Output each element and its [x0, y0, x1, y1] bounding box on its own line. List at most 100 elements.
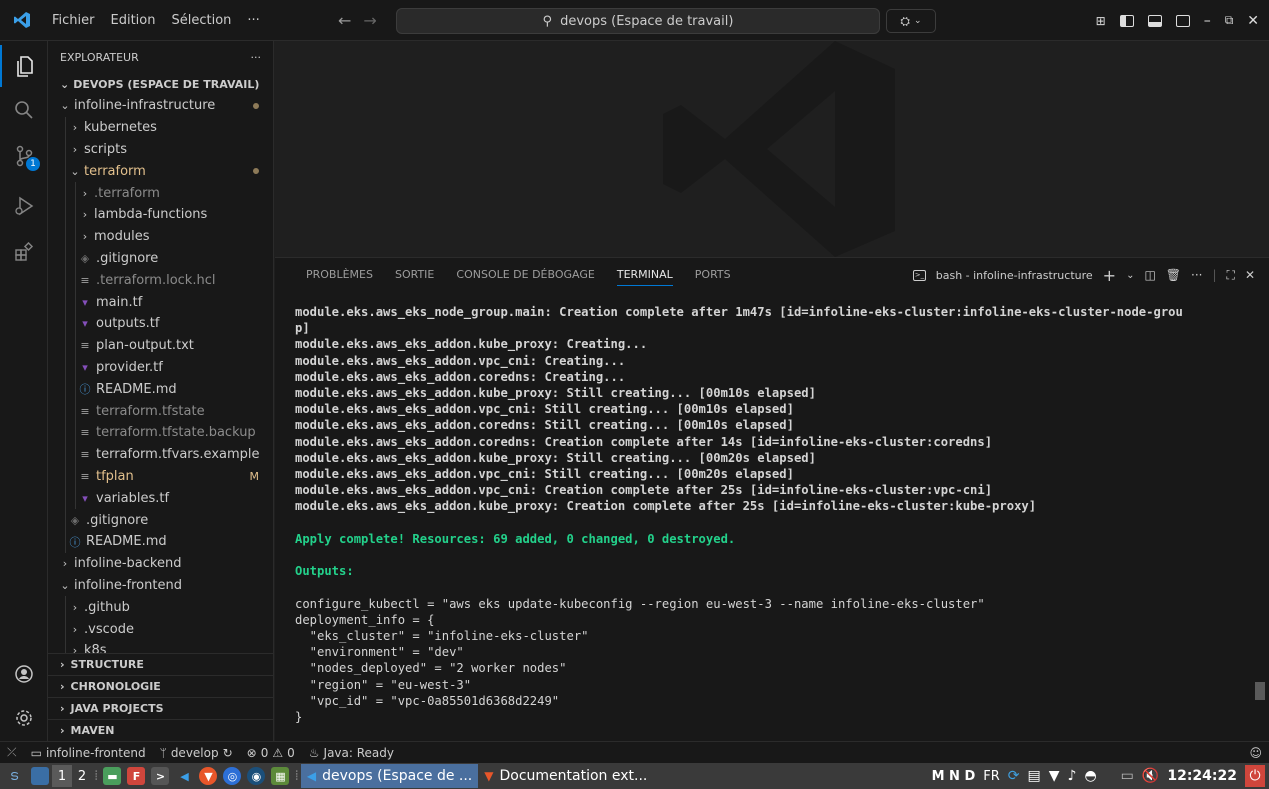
task-window-vscode[interactable]: ◀ devops (Espace de ...: [300, 764, 479, 788]
menu-item[interactable]: Edition: [103, 0, 164, 41]
toggle-panel-icon[interactable]: [1147, 14, 1162, 27]
network-icon[interactable]: ▼: [1049, 768, 1060, 784]
java-status[interactable]: ♨ Java: Ready: [302, 746, 401, 760]
editor-app-icon[interactable]: F: [127, 767, 146, 785]
forward-arrow-icon[interactable]: →: [363, 11, 376, 30]
account-icon[interactable]: [0, 653, 48, 695]
toggle-sidebar-icon[interactable]: [1119, 14, 1134, 27]
tree-item[interactable]: ≡ .terraform.lock.hcl: [48, 269, 273, 292]
panel-tab[interactable]: PROBLÈMES: [295, 258, 384, 292]
minecraft-app-icon[interactable]: ▦: [271, 767, 290, 785]
close-icon[interactable]: ✕: [1247, 13, 1259, 29]
tree-item[interactable]: › lambda-functions: [48, 203, 273, 226]
branch-status[interactable]: ᛘ develop ↻: [153, 746, 240, 760]
brave-app-icon[interactable]: ▼: [199, 767, 218, 785]
split-terminal-icon[interactable]: ◫: [1144, 268, 1155, 282]
tree-item[interactable]: ◈ .gitignore: [48, 509, 273, 531]
minimize-icon[interactable]: –: [1204, 13, 1211, 29]
file-manager-icon[interactable]: ▬: [103, 767, 122, 785]
tree-item[interactable]: › .terraform: [48, 182, 273, 204]
restore-icon[interactable]: ⧉: [1225, 13, 1234, 28]
browser-app-icon[interactable]: ◎: [223, 767, 242, 785]
workspace-button[interactable]: 2: [72, 765, 92, 787]
back-arrow-icon[interactable]: ←: [338, 11, 351, 30]
panel-tab[interactable]: TERMINAL: [606, 258, 684, 292]
divider: ⁞: [294, 768, 299, 784]
remote-icon[interactable]: ⤫: [0, 745, 24, 760]
discord-icon[interactable]: ◓: [1084, 768, 1096, 784]
section-header[interactable]: › JAVA PROJECTS: [48, 697, 273, 719]
maximize-panel-icon[interactable]: ⛶: [1227, 268, 1235, 283]
menu-item[interactable]: ···: [239, 0, 267, 41]
copilot-button[interactable]: ⛭ ⌄: [886, 9, 936, 33]
update-icon[interactable]: ⟳: [1008, 768, 1020, 784]
tree-item[interactable]: › kubernetes: [48, 116, 273, 139]
panel-tab[interactable]: CONSOLE DE DÉBOGAGE: [445, 258, 605, 292]
workspace-button[interactable]: 1: [52, 765, 72, 787]
tree-item[interactable]: ≡ tfplan M: [48, 465, 273, 488]
new-terminal-icon[interactable]: +: [1103, 266, 1116, 285]
menu-item[interactable]: Sélection: [163, 0, 239, 41]
command-center-search[interactable]: ⚲ devops (Espace de travail): [396, 8, 880, 34]
task-window-browser[interactable]: ▼ Documentation ext...: [478, 764, 653, 788]
more-actions-icon[interactable]: ···: [251, 51, 262, 64]
more-actions-icon[interactable]: ···: [1191, 268, 1202, 282]
tree-item[interactable]: ◈ .gitignore: [48, 247, 273, 270]
tree-item[interactable]: ⌄ infoline-frontend: [48, 575, 273, 597]
app-menu-icon[interactable]: ട: [0, 768, 28, 784]
settings-gear-icon[interactable]: [0, 697, 48, 739]
section-header[interactable]: › MAVEN: [48, 719, 273, 741]
vscode-app-icon[interactable]: ◀: [175, 767, 193, 785]
toggle-secondary-sidebar-icon[interactable]: [1175, 14, 1190, 27]
trash-icon[interactable]: 🗑: [1166, 268, 1181, 282]
tree-item[interactable]: ⌄ terraform: [48, 160, 273, 183]
tree-item[interactable]: ⓘ README.md: [48, 378, 273, 401]
customize-layout-icon[interactable]: ⊞: [1096, 14, 1106, 28]
panel-tab[interactable]: PORTS: [684, 258, 742, 292]
menu-item[interactable]: Fichier: [44, 0, 103, 41]
section-header[interactable]: › STRUCTURE: [48, 653, 273, 675]
panel-tab[interactable]: SORTIE: [384, 258, 445, 292]
clipboard-icon[interactable]: ▤: [1028, 768, 1041, 784]
search-icon[interactable]: [0, 89, 48, 131]
problems-status[interactable]: ⊗ 0 ⚠ 0: [240, 746, 302, 760]
run-debug-icon[interactable]: [0, 185, 48, 227]
section-header[interactable]: › CHRONOLOGIE: [48, 675, 273, 697]
tree-item[interactable]: ▾ variables.tf: [48, 487, 273, 510]
copilot-status-icon[interactable]: ☺: [1242, 746, 1269, 760]
tree-item[interactable]: › .vscode: [48, 618, 273, 640]
chevron-down-icon[interactable]: ⌄: [1126, 270, 1134, 281]
tree-item[interactable]: ▾ provider.tf: [48, 356, 273, 379]
tree-item[interactable]: ▾ outputs.tf: [48, 312, 273, 335]
explorer-icon[interactable]: [0, 45, 48, 87]
terminal-scrollbar-thumb[interactable]: [1255, 682, 1265, 700]
terminal-app-icon[interactable]: >: [151, 767, 170, 785]
text-file-icon: ≡: [80, 469, 90, 483]
tree-item[interactable]: ≡ plan-output.txt: [48, 334, 273, 357]
close-panel-icon[interactable]: ✕: [1245, 268, 1255, 282]
show-desktop-icon[interactable]: [31, 767, 49, 785]
battery-icon[interactable]: ▭: [1121, 768, 1134, 784]
keyboard-layout[interactable]: FR: [983, 769, 1000, 784]
tree-item[interactable]: ▾ main.tf: [48, 291, 273, 313]
tree-item[interactable]: › scripts: [48, 138, 273, 161]
tree-item[interactable]: › modules: [48, 225, 273, 248]
terminal-name[interactable]: bash - infoline-infrastructure: [936, 269, 1093, 282]
tree-item[interactable]: › infoline-backend: [48, 553, 273, 575]
source-control-icon[interactable]: 1: [0, 135, 48, 177]
project-status[interactable]: ▭ infoline-frontend: [24, 746, 153, 760]
tree-item[interactable]: ≡ terraform.tfvars.example: [48, 443, 273, 466]
tree-item[interactable]: ⌄ infoline-infrastructure: [48, 95, 273, 117]
notification-bell-icon[interactable]: ♪: [1068, 768, 1077, 784]
power-icon[interactable]: ⏻: [1245, 765, 1265, 787]
tree-item[interactable]: › .github: [48, 596, 273, 619]
workspace-header[interactable]: ⌄ DEVOPS (ESPACE DE TRAVAIL): [48, 73, 273, 95]
terminal-output[interactable]: module.eks.aws_eks_node_group.main: Crea…: [295, 304, 1255, 738]
tree-item[interactable]: ≡ terraform.tfstate: [48, 400, 273, 422]
steam-app-icon[interactable]: ◉: [247, 767, 266, 785]
tree-item[interactable]: ≡ terraform.tfstate.backup: [48, 421, 273, 444]
volume-muted-icon[interactable]: 🔇: [1142, 768, 1159, 784]
extensions-icon[interactable]: [0, 231, 48, 273]
terminal-line: deployment_info = {: [295, 612, 435, 627]
tree-item[interactable]: ⓘ README.md: [48, 530, 273, 553]
